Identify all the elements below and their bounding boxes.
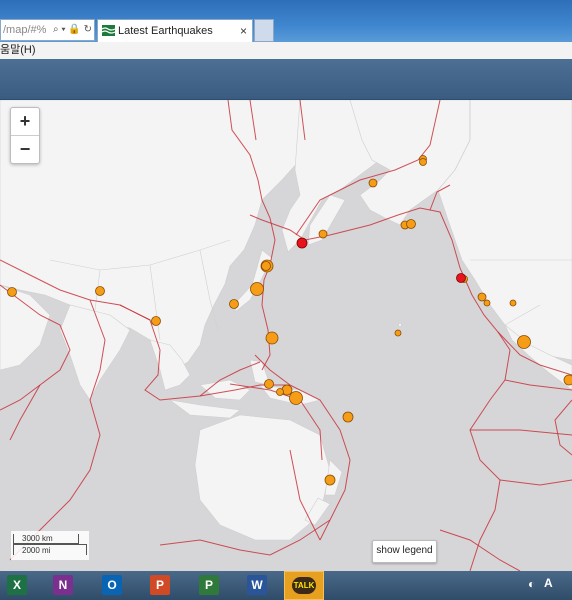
tray-icon: ◐ bbox=[528, 577, 536, 591]
onenote-letter: N bbox=[53, 575, 73, 595]
outlook-icon[interactable]: O bbox=[99, 573, 125, 597]
address-buttons[interactable]: ⌕ ▾ 🔒 ↻ bbox=[53, 20, 92, 40]
map-canvas bbox=[0, 100, 572, 571]
zoom-out-button[interactable]: − bbox=[11, 136, 39, 163]
excel-letter: X bbox=[7, 575, 27, 595]
ime-indicator[interactable]: A bbox=[544, 576, 553, 590]
powerpoint-letter: P bbox=[150, 575, 170, 595]
tab-close-icon[interactable]: × bbox=[240, 20, 247, 42]
word-icon[interactable]: W bbox=[244, 573, 270, 597]
scale-km: 3000 km bbox=[13, 534, 79, 544]
menu-help[interactable]: 움말(H) bbox=[0, 42, 36, 59]
earthquake-map[interactable]: + − 3000 km 2000 mi show legend bbox=[0, 100, 572, 571]
address-text: /map/#% bbox=[3, 24, 47, 36]
tab-title: Latest Earthquakes bbox=[118, 25, 213, 37]
project-icon[interactable]: P bbox=[196, 573, 222, 597]
kakaotalk-icon[interactable]: TALK bbox=[284, 571, 324, 600]
project-letter: P bbox=[199, 575, 219, 595]
menu-bar: 움말(H) bbox=[0, 42, 572, 60]
windows-taskbar: X N O P P W TALK ◐ A bbox=[0, 571, 572, 600]
system-tray[interactable]: ◐ A bbox=[524, 571, 572, 600]
word-letter: W bbox=[247, 575, 267, 595]
scale-bar: 3000 km 2000 mi bbox=[11, 531, 89, 560]
quake-markers-recent bbox=[296, 237, 466, 283]
talk-bubble: TALK bbox=[292, 577, 316, 594]
address-bar[interactable]: /map/#% ⌕ ▾ 🔒 ↻ bbox=[0, 19, 95, 41]
onenote-icon[interactable]: N bbox=[50, 573, 76, 597]
scale-mi: 2000 mi bbox=[13, 544, 87, 555]
usgs-icon bbox=[102, 25, 115, 36]
outlook-letter: O bbox=[102, 575, 122, 595]
zoom-in-button[interactable]: + bbox=[11, 108, 39, 136]
powerpoint-icon[interactable]: P bbox=[147, 573, 173, 597]
app-header bbox=[0, 59, 572, 101]
new-tab-button[interactable] bbox=[254, 19, 274, 42]
zoom-control: + − bbox=[10, 107, 40, 164]
browser-tab-bar: /map/#% ⌕ ▾ 🔒 ↻ Latest Earthquakes × bbox=[0, 0, 572, 42]
excel-icon[interactable]: X bbox=[4, 573, 30, 597]
tab-latest-earthquakes[interactable]: Latest Earthquakes × bbox=[97, 19, 253, 42]
show-legend-button[interactable]: show legend bbox=[372, 540, 437, 563]
